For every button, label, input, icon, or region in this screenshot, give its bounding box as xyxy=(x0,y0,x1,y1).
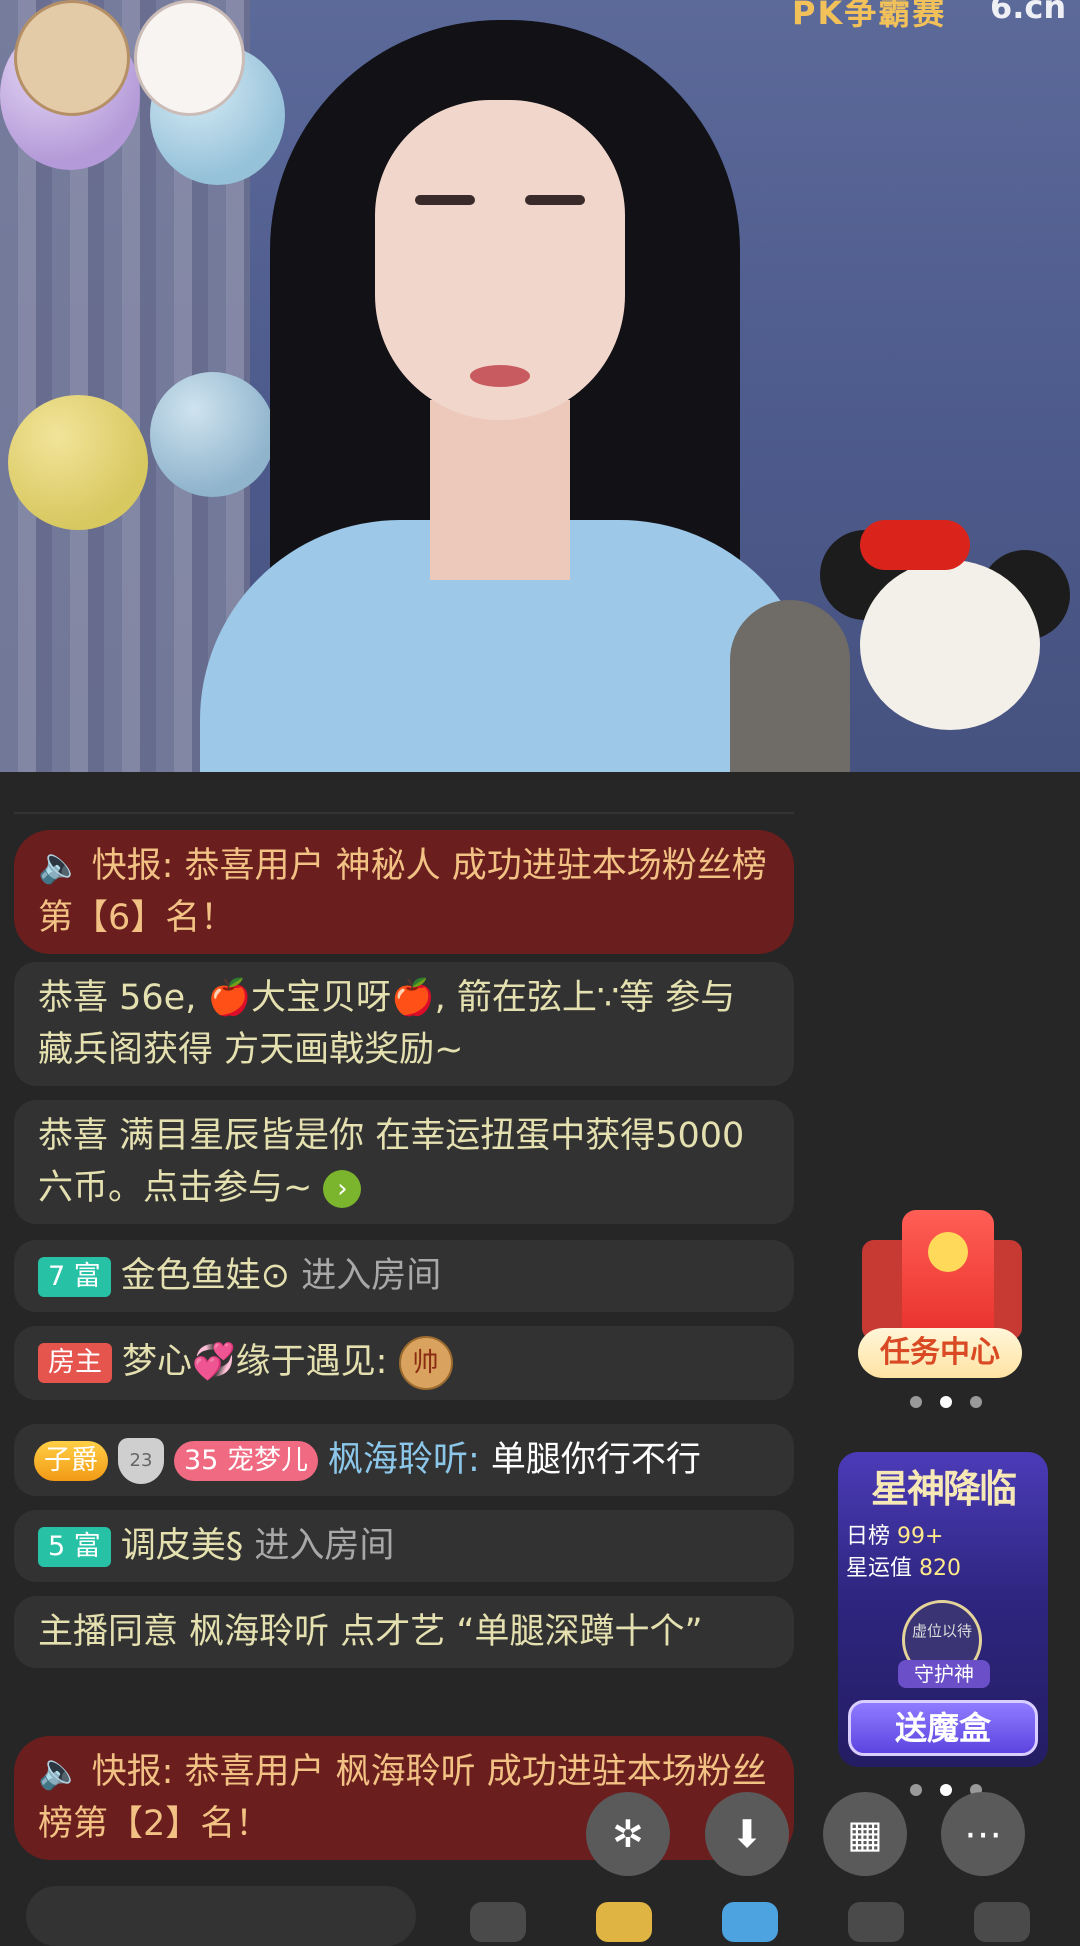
chat-input[interactable] xyxy=(26,1886,416,1946)
enter-room-message[interactable]: 7 富金色鱼娃⊙ 进入房间 xyxy=(14,1240,794,1312)
daily-rank: 日榜 99+ xyxy=(846,1524,944,1549)
star-god-banner[interactable]: 星神降临 日榜 99+ 星运值 820 虚位以待 守护神 送魔盒 xyxy=(838,1452,1048,1767)
luck-value: 星运值 820 xyxy=(846,1556,962,1581)
wealth-level-tag: 5 富 xyxy=(38,1527,111,1567)
bear-plush xyxy=(14,0,130,116)
chat-divider xyxy=(14,812,794,814)
speaker-icon: 🔈 xyxy=(38,1752,82,1792)
wealth-level-tag: 7 富 xyxy=(38,1257,111,1297)
speaker-icon: 🔈 xyxy=(38,846,82,886)
live-video[interactable]: PK争霸赛 6.cn xyxy=(0,0,1080,772)
talent-request-message[interactable]: 主播同意 枫海聆听 点才艺 “单腿深蹲十个” xyxy=(14,1596,794,1668)
download-icon[interactable]: ⬇ xyxy=(705,1792,789,1876)
reward-message[interactable]: 恭喜 56e, 🍎大宝贝呀🍎, 箭在弦上∵等 参与藏兵阁获得 方天画戟奖励~ xyxy=(14,962,794,1086)
username[interactable]: 梦心💞缘于遇见: xyxy=(122,1342,387,1382)
toolbar-icon[interactable] xyxy=(974,1902,1030,1942)
toolbar-icon[interactable] xyxy=(848,1902,904,1942)
star-god-title: 星神降临 xyxy=(870,1466,1017,1511)
owner-message[interactable]: 房主 梦心💞缘于遇见: 帅 xyxy=(14,1326,794,1400)
apple-icon: 🍎 xyxy=(391,978,435,1018)
owner-tag: 房主 xyxy=(38,1343,112,1383)
username[interactable]: 枫海聆听: xyxy=(328,1440,480,1480)
shield-icon: 23 xyxy=(118,1438,164,1484)
balloon xyxy=(8,395,148,530)
gacha-message[interactable]: 恭喜 满目星辰皆是你 在幸运扭蛋中获得5000六币。点击参与~ › xyxy=(14,1100,794,1224)
toolbar-icon[interactable] xyxy=(470,1902,526,1942)
toolbar-icon[interactable] xyxy=(722,1902,778,1942)
site-logo: 6.cn xyxy=(990,0,1067,26)
grid-menu-icon[interactable]: ▦ xyxy=(823,1792,907,1876)
apple-icon: 🍎 xyxy=(207,978,252,1018)
more-icon[interactable]: ⋯ xyxy=(941,1792,1025,1876)
mouse-plush xyxy=(790,520,1080,772)
streamer xyxy=(200,20,820,772)
task-center-button[interactable]: 任务中心 xyxy=(852,1210,1032,1380)
news-message[interactable]: 🔈 快报: 恭喜用户 枫海聆听 成功进驻本场粉丝榜第【2】名！ xyxy=(14,1736,794,1860)
pk-badge[interactable]: PK争霸赛 xyxy=(792,0,992,32)
rank-badge: 子爵 xyxy=(34,1441,108,1481)
news-message[interactable]: 🔈 快报: 恭喜用户 神秘人 成功进驻本场粉丝榜第【6】名！ xyxy=(14,830,794,954)
chess-piece-icon: 帅 xyxy=(398,1336,453,1390)
pinwheel-icon[interactable]: ✲ xyxy=(586,1792,670,1876)
enter-room-message[interactable]: 5 富调皮美§ 进入房间 xyxy=(14,1510,794,1582)
task-center-label: 任务中心 xyxy=(858,1328,1022,1378)
carousel-dots xyxy=(910,1396,982,1408)
pet-badge: 35 宠梦儿 xyxy=(174,1441,318,1481)
user-chat-message[interactable]: 子爵 23 35 宠梦儿 枫海聆听: 单腿你行不行 xyxy=(14,1424,794,1496)
guardian-label: 守护神 xyxy=(898,1660,990,1688)
username[interactable]: 调皮美§ xyxy=(121,1526,244,1566)
go-arrow-icon[interactable]: › xyxy=(323,1170,362,1208)
username[interactable]: 金色鱼娃⊙ xyxy=(121,1256,290,1296)
gift-icon[interactable] xyxy=(596,1902,652,1942)
send-magic-box-button[interactable]: 送魔盒 xyxy=(848,1700,1038,1756)
bottom-toolbar xyxy=(0,1880,1080,1946)
